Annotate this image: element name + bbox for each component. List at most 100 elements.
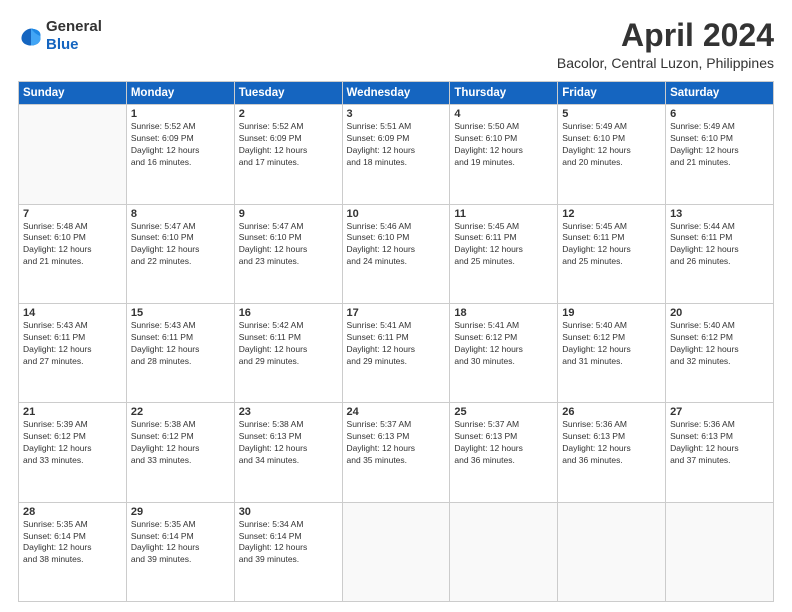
col-sunday: Sunday — [19, 82, 127, 105]
day-info: Sunrise: 5:37 AM Sunset: 6:13 PM Dayligh… — [454, 419, 553, 467]
table-row — [558, 502, 666, 601]
table-row: 20Sunrise: 5:40 AM Sunset: 6:12 PM Dayli… — [666, 303, 774, 402]
day-number: 29 — [131, 506, 230, 518]
day-info: Sunrise: 5:36 AM Sunset: 6:13 PM Dayligh… — [562, 419, 661, 467]
day-number: 2 — [239, 108, 338, 120]
table-row: 2Sunrise: 5:52 AM Sunset: 6:09 PM Daylig… — [234, 105, 342, 204]
table-row: 16Sunrise: 5:42 AM Sunset: 6:11 PM Dayli… — [234, 303, 342, 402]
logo-text-general: General — [46, 18, 102, 35]
day-info: Sunrise: 5:35 AM Sunset: 6:14 PM Dayligh… — [131, 519, 230, 567]
day-info: Sunrise: 5:35 AM Sunset: 6:14 PM Dayligh… — [23, 519, 122, 567]
day-info: Sunrise: 5:41 AM Sunset: 6:12 PM Dayligh… — [454, 320, 553, 368]
day-number: 13 — [670, 208, 769, 220]
day-number: 3 — [347, 108, 446, 120]
day-number: 18 — [454, 307, 553, 319]
table-row: 25Sunrise: 5:37 AM Sunset: 6:13 PM Dayli… — [450, 403, 558, 502]
table-row: 26Sunrise: 5:36 AM Sunset: 6:13 PM Dayli… — [558, 403, 666, 502]
calendar-week-row: 1Sunrise: 5:52 AM Sunset: 6:09 PM Daylig… — [19, 105, 774, 204]
day-number: 28 — [23, 506, 122, 518]
day-number: 8 — [131, 208, 230, 220]
day-info: Sunrise: 5:37 AM Sunset: 6:13 PM Dayligh… — [347, 419, 446, 467]
day-number: 15 — [131, 307, 230, 319]
col-thursday: Thursday — [450, 82, 558, 105]
day-info: Sunrise: 5:49 AM Sunset: 6:10 PM Dayligh… — [562, 121, 661, 169]
logo-text-blue: Blue — [46, 36, 79, 53]
day-info: Sunrise: 5:44 AM Sunset: 6:11 PM Dayligh… — [670, 221, 769, 269]
day-number: 22 — [131, 406, 230, 418]
day-number: 4 — [454, 108, 553, 120]
day-info: Sunrise: 5:49 AM Sunset: 6:10 PM Dayligh… — [670, 121, 769, 169]
day-number: 25 — [454, 406, 553, 418]
day-number: 11 — [454, 208, 553, 220]
day-number: 30 — [239, 506, 338, 518]
day-number: 6 — [670, 108, 769, 120]
day-info: Sunrise: 5:42 AM Sunset: 6:11 PM Dayligh… — [239, 320, 338, 368]
day-info: Sunrise: 5:43 AM Sunset: 6:11 PM Dayligh… — [131, 320, 230, 368]
col-saturday: Saturday — [666, 82, 774, 105]
table-row: 30Sunrise: 5:34 AM Sunset: 6:14 PM Dayli… — [234, 502, 342, 601]
day-info: Sunrise: 5:38 AM Sunset: 6:12 PM Dayligh… — [131, 419, 230, 467]
day-info: Sunrise: 5:40 AM Sunset: 6:12 PM Dayligh… — [562, 320, 661, 368]
title-block: April 2024 Bacolor, Central Luzon, Phili… — [557, 18, 774, 71]
day-info: Sunrise: 5:52 AM Sunset: 6:09 PM Dayligh… — [131, 121, 230, 169]
day-info: Sunrise: 5:34 AM Sunset: 6:14 PM Dayligh… — [239, 519, 338, 567]
day-info: Sunrise: 5:39 AM Sunset: 6:12 PM Dayligh… — [23, 419, 122, 467]
day-info: Sunrise: 5:43 AM Sunset: 6:11 PM Dayligh… — [23, 320, 122, 368]
calendar-week-row: 14Sunrise: 5:43 AM Sunset: 6:11 PM Dayli… — [19, 303, 774, 402]
table-row: 19Sunrise: 5:40 AM Sunset: 6:12 PM Dayli… — [558, 303, 666, 402]
day-number: 16 — [239, 307, 338, 319]
table-row: 18Sunrise: 5:41 AM Sunset: 6:12 PM Dayli… — [450, 303, 558, 402]
day-number: 26 — [562, 406, 661, 418]
table-row: 28Sunrise: 5:35 AM Sunset: 6:14 PM Dayli… — [19, 502, 127, 601]
day-number: 9 — [239, 208, 338, 220]
calendar-week-row: 28Sunrise: 5:35 AM Sunset: 6:14 PM Dayli… — [19, 502, 774, 601]
table-row: 27Sunrise: 5:36 AM Sunset: 6:13 PM Dayli… — [666, 403, 774, 502]
table-row: 9Sunrise: 5:47 AM Sunset: 6:10 PM Daylig… — [234, 204, 342, 303]
table-row: 5Sunrise: 5:49 AM Sunset: 6:10 PM Daylig… — [558, 105, 666, 204]
day-info: Sunrise: 5:50 AM Sunset: 6:10 PM Dayligh… — [454, 121, 553, 169]
table-row: 11Sunrise: 5:45 AM Sunset: 6:11 PM Dayli… — [450, 204, 558, 303]
logo-icon — [20, 25, 42, 47]
day-number: 7 — [23, 208, 122, 220]
calendar-week-row: 21Sunrise: 5:39 AM Sunset: 6:12 PM Dayli… — [19, 403, 774, 502]
day-info: Sunrise: 5:45 AM Sunset: 6:11 PM Dayligh… — [562, 221, 661, 269]
table-row: 15Sunrise: 5:43 AM Sunset: 6:11 PM Dayli… — [126, 303, 234, 402]
table-row: 8Sunrise: 5:47 AM Sunset: 6:10 PM Daylig… — [126, 204, 234, 303]
col-tuesday: Tuesday — [234, 82, 342, 105]
table-row — [19, 105, 127, 204]
day-number: 21 — [23, 406, 122, 418]
table-row: 14Sunrise: 5:43 AM Sunset: 6:11 PM Dayli… — [19, 303, 127, 402]
table-row: 12Sunrise: 5:45 AM Sunset: 6:11 PM Dayli… — [558, 204, 666, 303]
col-wednesday: Wednesday — [342, 82, 450, 105]
col-monday: Monday — [126, 82, 234, 105]
month-title: April 2024 — [557, 18, 774, 53]
header: General Blue April 2024 Bacolor, Central… — [18, 18, 774, 71]
day-info: Sunrise: 5:46 AM Sunset: 6:10 PM Dayligh… — [347, 221, 446, 269]
day-info: Sunrise: 5:41 AM Sunset: 6:11 PM Dayligh… — [347, 320, 446, 368]
day-info: Sunrise: 5:45 AM Sunset: 6:11 PM Dayligh… — [454, 221, 553, 269]
day-number: 14 — [23, 307, 122, 319]
table-row: 13Sunrise: 5:44 AM Sunset: 6:11 PM Dayli… — [666, 204, 774, 303]
calendar-table: Sunday Monday Tuesday Wednesday Thursday… — [18, 81, 774, 602]
table-row: 21Sunrise: 5:39 AM Sunset: 6:12 PM Dayli… — [19, 403, 127, 502]
table-row: 29Sunrise: 5:35 AM Sunset: 6:14 PM Dayli… — [126, 502, 234, 601]
table-row: 1Sunrise: 5:52 AM Sunset: 6:09 PM Daylig… — [126, 105, 234, 204]
day-info: Sunrise: 5:47 AM Sunset: 6:10 PM Dayligh… — [131, 221, 230, 269]
location-title: Bacolor, Central Luzon, Philippines — [557, 55, 774, 71]
day-info: Sunrise: 5:38 AM Sunset: 6:13 PM Dayligh… — [239, 419, 338, 467]
table-row: 23Sunrise: 5:38 AM Sunset: 6:13 PM Dayli… — [234, 403, 342, 502]
day-number: 27 — [670, 406, 769, 418]
table-row: 22Sunrise: 5:38 AM Sunset: 6:12 PM Dayli… — [126, 403, 234, 502]
day-number: 17 — [347, 307, 446, 319]
day-info: Sunrise: 5:47 AM Sunset: 6:10 PM Dayligh… — [239, 221, 338, 269]
calendar-header-row: Sunday Monday Tuesday Wednesday Thursday… — [19, 82, 774, 105]
day-number: 12 — [562, 208, 661, 220]
table-row: 10Sunrise: 5:46 AM Sunset: 6:10 PM Dayli… — [342, 204, 450, 303]
col-friday: Friday — [558, 82, 666, 105]
table-row: 7Sunrise: 5:48 AM Sunset: 6:10 PM Daylig… — [19, 204, 127, 303]
page: General Blue April 2024 Bacolor, Central… — [0, 0, 792, 612]
table-row: 17Sunrise: 5:41 AM Sunset: 6:11 PM Dayli… — [342, 303, 450, 402]
day-number: 24 — [347, 406, 446, 418]
day-number: 23 — [239, 406, 338, 418]
calendar-week-row: 7Sunrise: 5:48 AM Sunset: 6:10 PM Daylig… — [19, 204, 774, 303]
